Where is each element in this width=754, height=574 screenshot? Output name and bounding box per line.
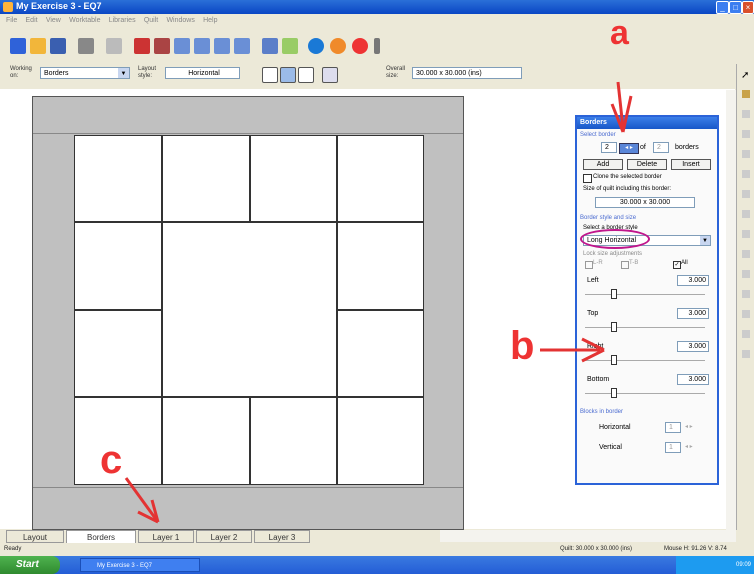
annotation-overlay	[124, 81, 633, 524]
arrow-b-icon	[540, 337, 605, 363]
arrow-c-icon	[124, 477, 160, 524]
annotation-c: c	[100, 438, 123, 482]
arrow-a-icon	[610, 81, 633, 133]
annotation-b: b	[510, 324, 535, 368]
annotation-a: a	[610, 14, 629, 52]
